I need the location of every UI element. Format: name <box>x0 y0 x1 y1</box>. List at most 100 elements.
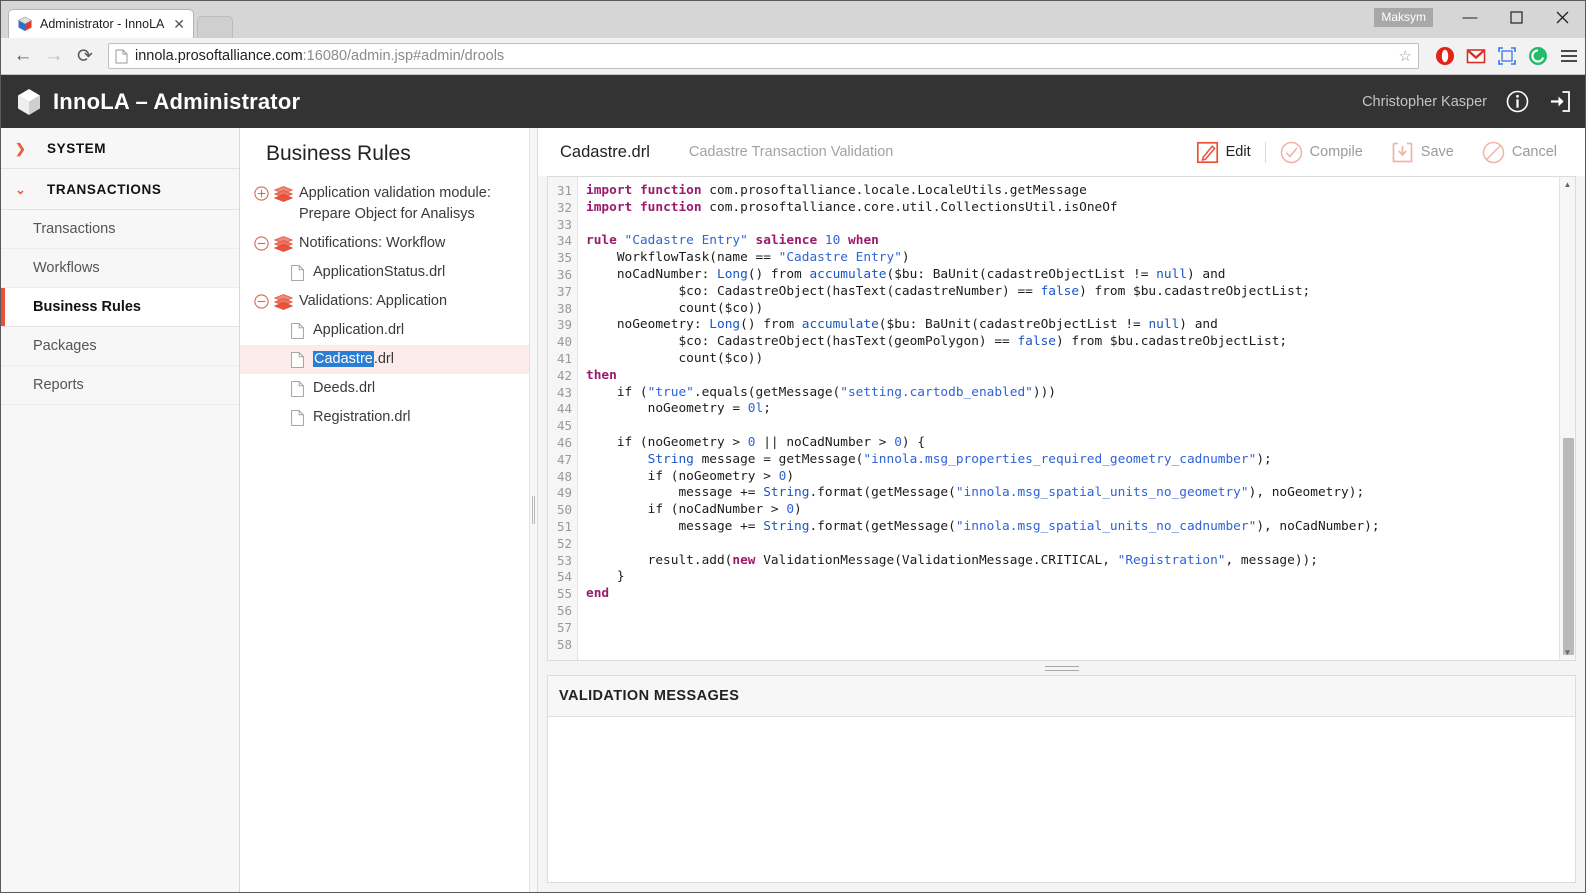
chevron-right-icon: ❯ <box>15 140 27 156</box>
expand-plus-icon[interactable] <box>254 186 269 201</box>
editor-actions: Edit Compile Save Cancel <box>1182 141 1571 164</box>
browser-window: Administrator - InnoLA ✕ Maksym — ← → ⟳ <box>0 0 1586 893</box>
compile-button-label: Compile <box>1309 144 1363 160</box>
page-title: InnoLA – Administrator <box>53 88 301 114</box>
compile-button[interactable]: Compile <box>1266 141 1377 164</box>
new-tab-button[interactable] <box>197 16 233 38</box>
back-button[interactable]: ← <box>9 42 37 70</box>
scrollbar-thumb[interactable] <box>1563 437 1574 656</box>
cancel-button[interactable]: Cancel <box>1468 141 1571 164</box>
line-number: 51 <box>556 518 572 534</box>
edit-pencil-icon <box>1196 141 1218 163</box>
code-editor[interactable]: 31 32 33 34 35 36 37 38 39 40 41 42 43 44 45 46 47 48 49 50… <box>547 176 1576 661</box>
url-host: innola.prosoftalliance.com <box>135 48 303 64</box>
bookmark-star-icon[interactable]: ☆ <box>1399 47 1412 65</box>
sidebar-group-label: SYSTEM <box>47 140 107 156</box>
tree-row[interactable]: Deeds.drl <box>240 374 537 403</box>
tree-row[interactable]: Registration.drl <box>240 403 537 432</box>
line-number: 57 <box>556 619 572 635</box>
line-number: 50 <box>556 502 572 518</box>
code-line: import function com.prosoftalliance.loca… <box>586 183 1087 198</box>
line-number: 58 <box>556 636 572 652</box>
window-user-chip[interactable]: Maksym <box>1374 8 1433 27</box>
tree-row[interactable]: Validations: Application <box>240 287 537 316</box>
line-number: 53 <box>556 552 572 568</box>
maximize-button[interactable] <box>1493 1 1539 33</box>
opera-extension-icon[interactable] <box>1435 46 1455 66</box>
scroll-up-arrow-icon[interactable]: ▲ <box>1560 177 1575 192</box>
browser-tab[interactable]: Administrator - InnoLA ✕ <box>8 9 194 38</box>
rule-stack-icon <box>274 294 293 310</box>
code-line: rule "Cadastre Entry" salience 10 when <box>586 233 879 249</box>
edit-button[interactable]: Edit <box>1182 141 1265 164</box>
tree-node-label: Validations: Application <box>299 293 448 310</box>
logout-icon[interactable] <box>1548 90 1571 113</box>
collapse-minus-icon[interactable] <box>254 294 269 309</box>
rule-stack-icon <box>274 186 293 202</box>
line-number: 34 <box>556 233 572 249</box>
tree-row[interactable]: ApplicationStatus.drl <box>240 258 537 287</box>
code-line: result.add(new ValidationMessage(Validat… <box>586 552 1318 568</box>
save-download-icon <box>1392 142 1413 162</box>
code-line: count($co)) <box>586 350 764 366</box>
page-document-icon <box>115 49 128 63</box>
check-circle-icon <box>1280 141 1302 163</box>
line-number: 54 <box>556 569 572 585</box>
rules-tree: Application validation module: Prepare O… <box>240 179 537 432</box>
close-button[interactable] <box>1539 1 1585 33</box>
app-header: InnoLA – Administrator Christopher Kaspe… <box>1 75 1585 128</box>
resize-grip <box>1044 665 1079 671</box>
tree-file-label: Deeds.drl <box>313 380 376 397</box>
green-circle-icon[interactable] <box>1528 46 1548 66</box>
collapse-minus-icon[interactable] <box>254 236 269 251</box>
reload-button[interactable]: ⟳ <box>71 42 99 70</box>
tree-file-label-tail: .drl <box>373 351 394 368</box>
tree-node-label: Notifications: Workflow <box>299 235 446 252</box>
minimize-button[interactable]: — <box>1447 1 1493 33</box>
line-number: 36 <box>556 266 572 282</box>
line-number: 41 <box>556 350 572 366</box>
sidebar-item-business-rules[interactable]: Business Rules <box>1 288 239 327</box>
horizontal-resize-handle[interactable] <box>547 661 1576 675</box>
vertical-splitter[interactable] <box>529 128 538 892</box>
document-name: Cadastre.drl <box>560 142 650 161</box>
tab-close-icon[interactable]: ✕ <box>173 17 185 31</box>
validation-messages-body <box>548 717 1575 882</box>
sidebar-item-packages[interactable]: Packages <box>1 327 239 366</box>
line-number: 40 <box>556 334 572 350</box>
tab-title: Administrator - InnoLA <box>40 17 165 31</box>
tree-row-selected[interactable]: Cadastre.drl <box>240 345 537 375</box>
tree-file-label: ApplicationStatus.drl <box>313 264 446 281</box>
validation-messages-title: VALIDATION MESSAGES <box>548 676 1575 717</box>
tree-row[interactable]: Application.drl <box>240 316 537 345</box>
file-icon <box>291 322 304 339</box>
line-number: 33 <box>556 216 572 232</box>
code-line: $co: CadastreObject(hasText(cadastreNumb… <box>586 283 1311 299</box>
save-button[interactable]: Save <box>1377 141 1468 164</box>
address-bar[interactable]: innola.prosoftalliance.com:16080/admin.j… <box>108 43 1419 69</box>
screenshot-icon[interactable] <box>1497 46 1517 66</box>
sidebar-item-reports[interactable]: Reports <box>1 366 239 405</box>
browser-menu-icon[interactable] <box>1561 50 1577 62</box>
gmail-icon[interactable] <box>1466 46 1486 66</box>
tree-row[interactable]: Application validation module: Prepare O… <box>240 179 537 229</box>
editor-vertical-scrollbar[interactable]: ▲ ▼ <box>1559 177 1575 660</box>
info-circle-icon[interactable] <box>1506 90 1529 113</box>
scroll-down-arrow-icon[interactable]: ▼ <box>1560 645 1575 660</box>
sidebar-item-workflows[interactable]: Workflows <box>1 249 239 288</box>
code-line: end <box>586 586 610 602</box>
code-line: noCadNumber: Long() from accumulate($bu:… <box>586 266 1226 282</box>
code-line: String message = getMessage("innola.msg_… <box>647 451 1272 467</box>
tree-node-label: Application validation module: Prepare O… <box>299 185 491 223</box>
tree-row[interactable]: Notifications: Workflow <box>240 229 537 258</box>
editor-header: Cadastre.drl Cadastre Transaction Valida… <box>538 128 1585 176</box>
sidebar-group-transactions[interactable]: ⌄ TRANSACTIONS <box>1 169 239 210</box>
code-content[interactable]: import function com.prosoftalliance.loca… <box>578 177 1575 660</box>
forward-button[interactable]: → <box>40 42 68 70</box>
sidebar-group-system[interactable]: ❯ SYSTEM <box>1 128 239 169</box>
line-number-gutter: 31 32 33 34 35 36 37 38 39 40 41 42 43 44 45 46 47 48 49 50… <box>548 177 578 660</box>
sidebar-item-transactions[interactable]: Transactions <box>1 210 239 249</box>
